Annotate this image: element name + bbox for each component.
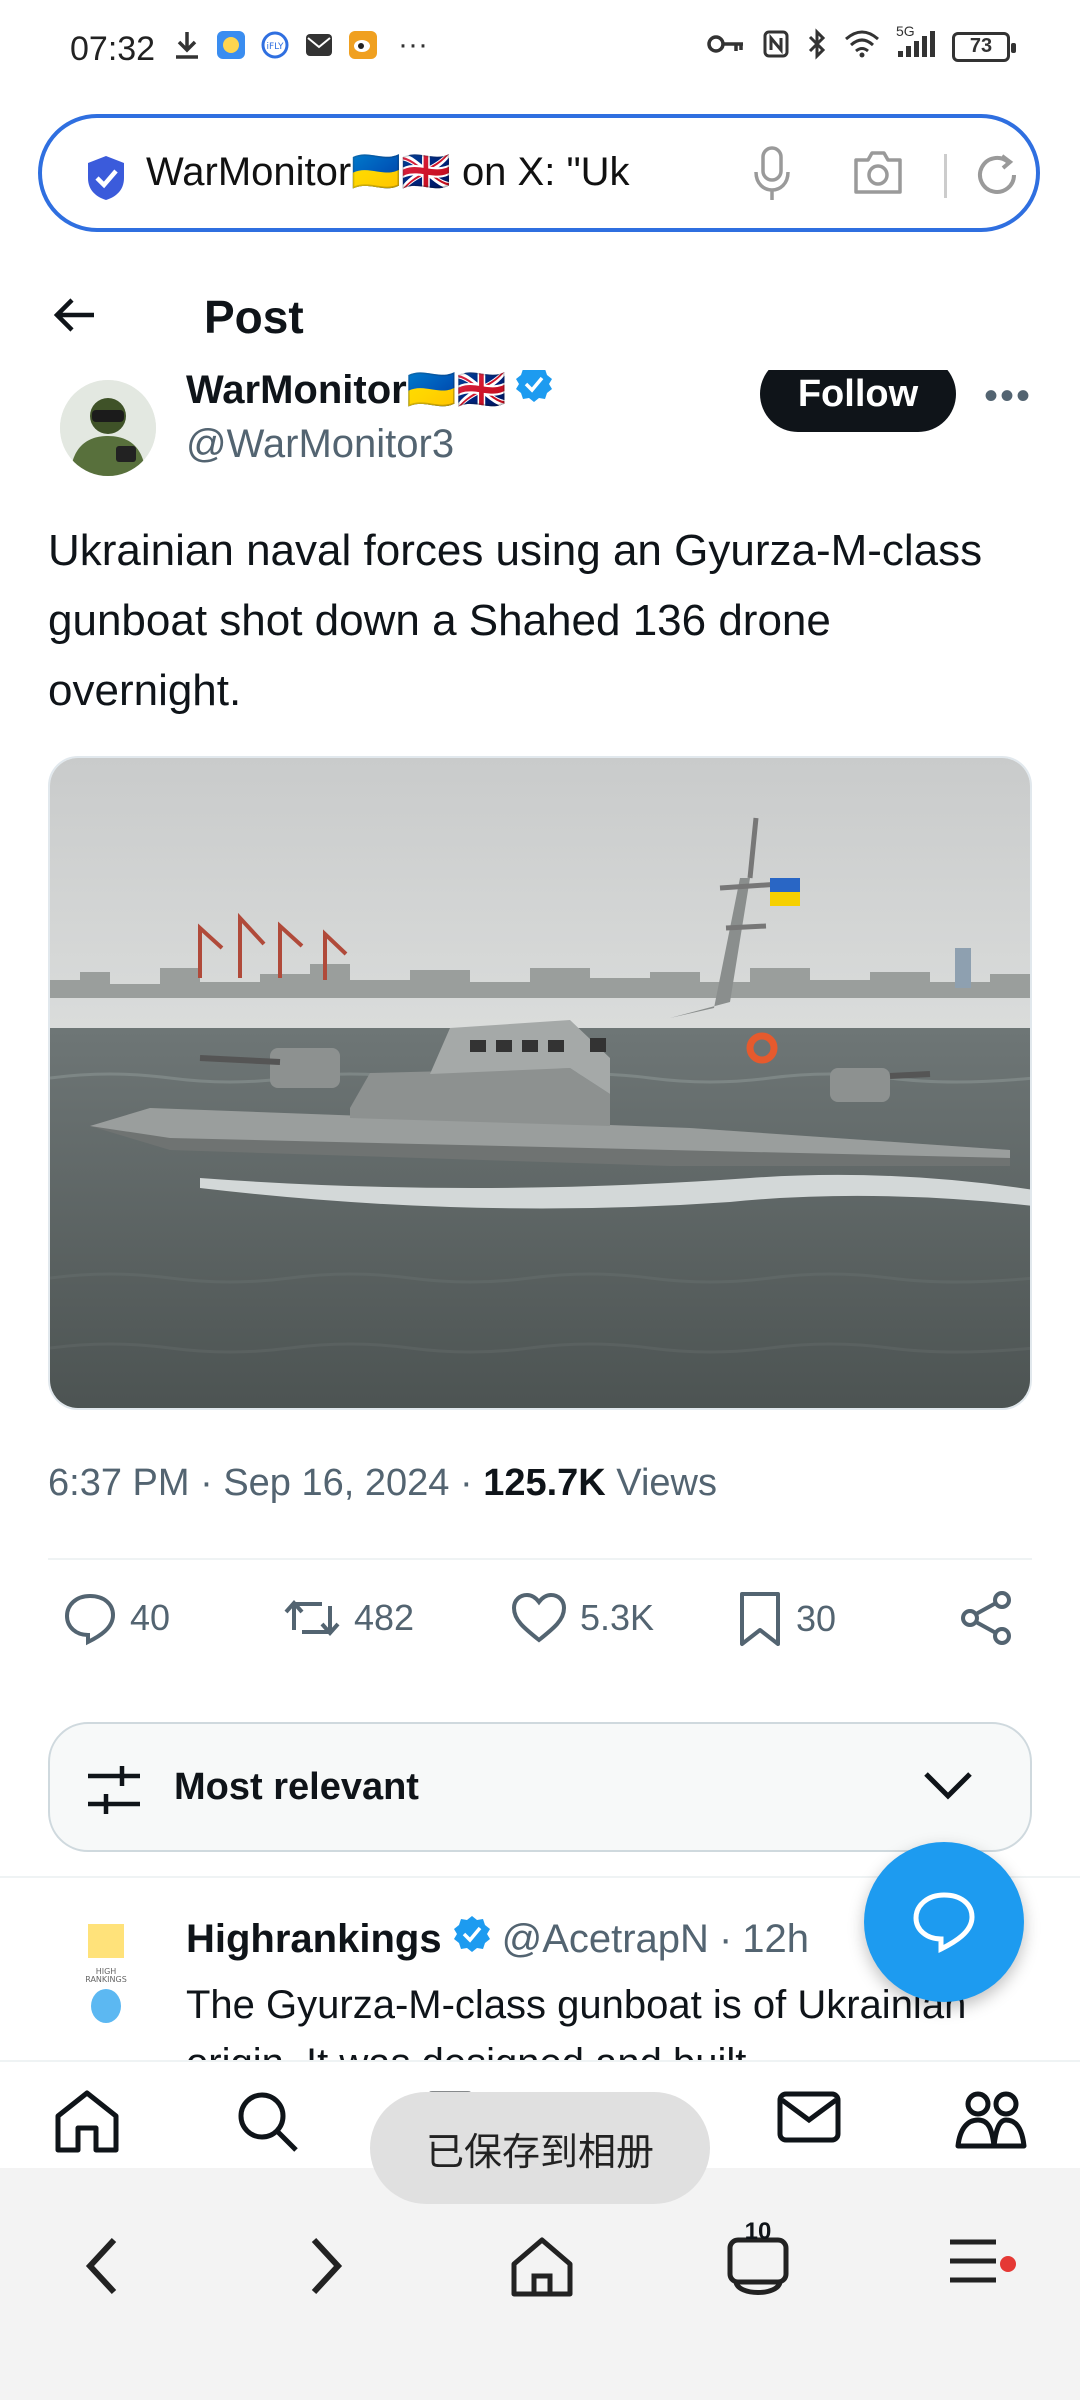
weibo-app-icon (348, 30, 378, 60)
search-icon[interactable] (234, 2088, 300, 2159)
browser-home-icon[interactable] (508, 2234, 576, 2303)
bookmark-count: 30 (796, 1598, 837, 1639)
browser-forward-icon[interactable] (306, 2234, 346, 2303)
app-badge-icon: iFLY (260, 30, 290, 60)
reply-icon (64, 1593, 116, 1646)
tweet-author: WarMonitor🇺🇦🇬🇧 @WarMonitor3 Follow ••• (0, 356, 1080, 490)
network-type: 5G (896, 23, 915, 39)
tweet-actions: 40 482 5.3K 30 (48, 1590, 1032, 1670)
sort-label: Most relevant (174, 1766, 419, 1808)
bookmark-button[interactable]: 30 (736, 1590, 836, 1648)
tweet-date[interactable]: Sep 16, 2024 (223, 1462, 449, 1504)
tweet-time[interactable]: 6:37 PM (48, 1462, 190, 1504)
download-icon (172, 30, 202, 60)
home-icon[interactable] (52, 2088, 122, 2159)
author-avatar[interactable] (60, 380, 156, 476)
microphone-icon[interactable] (752, 146, 792, 207)
divider (48, 1558, 1032, 1560)
chevron-down-icon (922, 1770, 974, 1807)
tweet-photo[interactable] (48, 756, 1032, 1410)
tab-count: 10 (744, 2218, 772, 2245)
author-name[interactable]: WarMonitor🇺🇦🇬🇧 (186, 366, 506, 413)
status-bar: 07:32 iFLY ··· 5G 73 (0, 0, 1080, 100)
compose-reply-button[interactable] (864, 1842, 1024, 2002)
signal-icon: 5G (896, 23, 936, 64)
author-handle[interactable]: @WarMonitor3 (186, 422, 454, 467)
bluetooth-icon (806, 28, 828, 65)
meta-separator: · (459, 1462, 484, 1504)
shield-icon (84, 154, 128, 207)
key-icon (706, 29, 746, 64)
nfc-icon (762, 29, 790, 64)
reply-author-handle[interactable]: @AcetrapN (502, 1917, 709, 1962)
browser-back-icon[interactable] (82, 2234, 122, 2303)
repost-count: 482 (354, 1597, 415, 1638)
url-bar-separator (944, 154, 947, 198)
battery-indicator: 73 (952, 31, 1016, 62)
status-time: 07:32 (70, 30, 156, 68)
sliders-icon (84, 1762, 144, 1823)
share-button[interactable] (958, 1590, 1014, 1646)
like-count: 5.3K (580, 1597, 655, 1638)
back-arrow-icon[interactable] (50, 290, 100, 345)
author-name-row[interactable]: WarMonitor🇺🇦🇬🇧 (186, 364, 554, 414)
camera-icon[interactable] (852, 148, 904, 201)
svg-text:iFLY: iFLY (267, 42, 284, 52)
like-button[interactable]: 5.3K (510, 1590, 654, 1646)
menu-notification-dot (1000, 2256, 1016, 2272)
repost-button[interactable]: 482 (282, 1590, 414, 1646)
toast-message: 已保存到相册 (370, 2092, 710, 2204)
reply-header: Highrankings @AcetrapN · 12h (186, 1914, 809, 1964)
url-text[interactable]: WarMonitor🇺🇦🇬🇧 on X: "Uk (146, 148, 716, 195)
more-options-icon[interactable]: ••• (984, 374, 1032, 419)
messages-icon[interactable] (776, 2088, 842, 2151)
views-label: Views (616, 1462, 717, 1504)
verified-badge-icon (452, 1914, 492, 1964)
reload-icon[interactable] (972, 150, 1022, 205)
reply-time[interactable]: 12h (742, 1917, 809, 1962)
browser-menu-icon[interactable] (946, 2234, 1000, 2293)
status-system-icons: 5G 73 (706, 23, 1016, 65)
reply-count: 40 (130, 1597, 171, 1638)
verified-badge-icon (514, 364, 554, 414)
tweet-meta: 6:37 PM · Sep 16, 2024 · 125.7K Views (48, 1462, 717, 1505)
browser-address-bar[interactable]: WarMonitor🇺🇦🇬🇧 on X: "Uk (38, 114, 1040, 232)
reply-sort-selector[interactable]: Most relevant (48, 1722, 1032, 1852)
reply-button[interactable]: 40 (62, 1590, 170, 1646)
reply-avatar[interactable]: HIGH RANKINGS (44, 1920, 164, 2030)
communities-icon[interactable] (954, 2088, 1028, 2155)
wifi-icon (844, 29, 880, 64)
status-notification-icons: iFLY ··· (172, 28, 428, 62)
repost-icon (284, 1599, 340, 1637)
svg-text:RANKINGS: RANKINGS (85, 1975, 127, 1984)
heart-icon (511, 1592, 567, 1643)
tweet-text: Ukrainian naval forces using an Gyurza-M… (48, 526, 983, 715)
page-title: Post (204, 291, 304, 343)
more-notifications-icon: ··· (398, 28, 428, 61)
weather-app-icon (216, 30, 246, 60)
reply-text: The Gyurza-M-class gunboat is of Ukraini… (186, 1983, 967, 2060)
reply-author-name[interactable]: Highrankings (186, 1917, 442, 1962)
post-header: Post (0, 260, 1080, 370)
meta-separator: · (200, 1462, 224, 1504)
share-icon (961, 1591, 1011, 1645)
bookmark-icon (740, 1592, 780, 1646)
reply-bubble-icon (913, 1892, 975, 1954)
meta-separator: · (718, 1916, 733, 1961)
views-count: 125.7K (483, 1462, 606, 1504)
mail-app-icon (304, 30, 334, 60)
